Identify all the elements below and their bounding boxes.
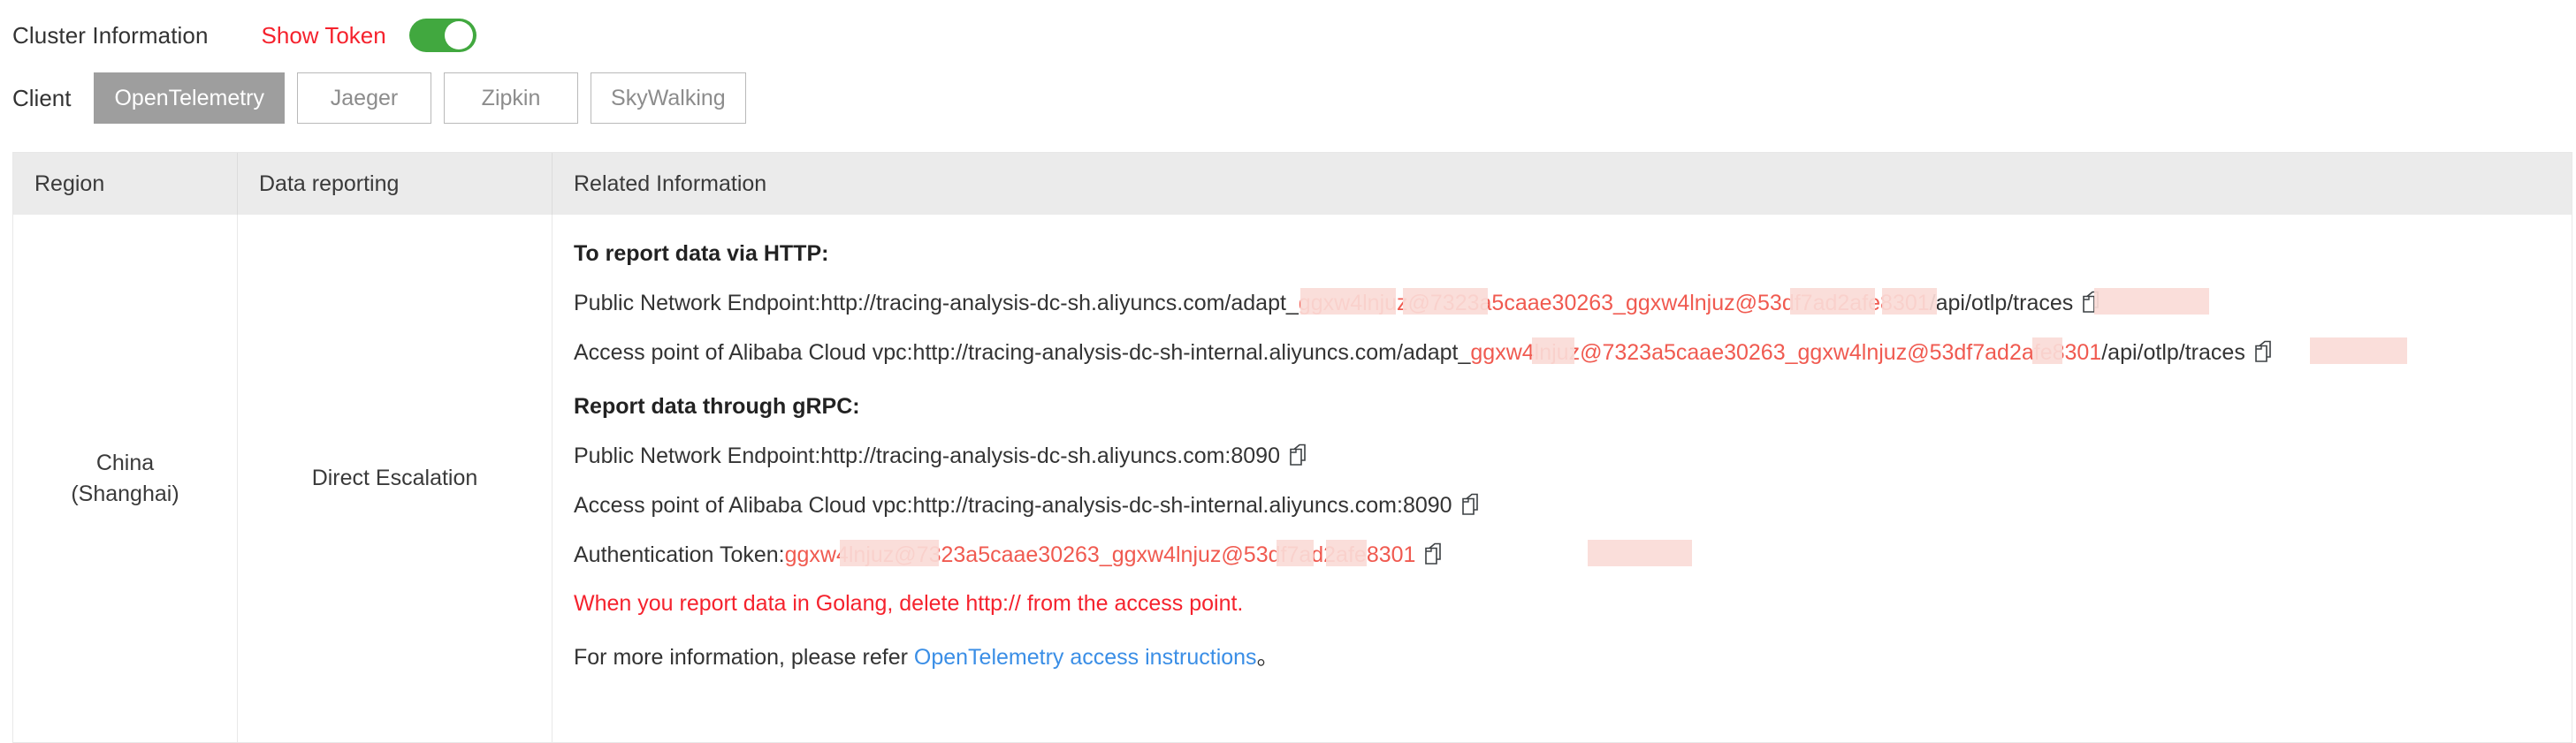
authentication-token-label: Authentication Token: xyxy=(574,542,785,567)
more-information-suffix: 。 xyxy=(1256,645,1279,670)
grpc-public-endpoint-text: Public Network Endpoint:http://tracing-a… xyxy=(574,444,1280,468)
more-information-prefix: For more information, please refer xyxy=(574,645,914,670)
copy-icon[interactable] xyxy=(2254,340,2274,363)
table-row: China (Shanghai) Direct Escalation To re… xyxy=(13,215,2572,743)
cluster-information-header: Cluster Information Show Token xyxy=(12,16,476,55)
grpc-public-endpoint-line: Public Network Endpoint:http://tracing-a… xyxy=(574,443,2550,469)
opentelemetry-access-instructions-link[interactable]: OpenTelemetry access instructions xyxy=(914,645,1257,670)
grpc-vpc-endpoint-text: Access point of Alibaba Cloud vpc:http:/… xyxy=(574,493,1452,518)
column-header-region: Region xyxy=(13,153,238,215)
copy-icon[interactable] xyxy=(1289,444,1308,466)
http-section-title: To report data via HTTP: xyxy=(574,241,829,266)
client-label: Client xyxy=(12,84,72,111)
copy-icon[interactable] xyxy=(1424,542,1444,565)
show-token-toggle[interactable] xyxy=(408,19,476,52)
http-vpc-endpoint-prefix: Access point of Alibaba Cloud vpc:http:/… xyxy=(574,340,1471,365)
client-option-skywalking[interactable]: SkyWalking xyxy=(591,72,746,124)
http-public-endpoint-suffix: /api/otlp/traces xyxy=(1929,291,2074,315)
http-public-endpoint-token: ggxw4lnjuz@7323a5caae30263_ggxw4lnjuz@53… xyxy=(1299,288,2209,316)
table-header-row: Region Data reporting Related Informatio… xyxy=(13,153,2572,215)
page-title: Cluster Information xyxy=(12,21,209,49)
client-selector: Client OpenTelemetry Jaeger Zipkin SkyWa… xyxy=(12,71,758,125)
column-header-related-information: Related Information xyxy=(574,171,767,196)
client-option-zipkin[interactable]: Zipkin xyxy=(444,72,579,124)
cluster-endpoints-table: Region Data reporting Related Informatio… xyxy=(12,152,2572,743)
region-line-1: China xyxy=(95,451,155,475)
http-vpc-endpoint-token: ggxw4lnjuz@7323a5caae30263_ggxw4lnjuz@53… xyxy=(1470,337,2408,366)
region-line-2: (Shanghai) xyxy=(71,481,179,506)
golang-warning-text: When you report data in Golang, delete h… xyxy=(574,591,1244,616)
grpc-vpc-endpoint-line: Access point of Alibaba Cloud vpc:http:/… xyxy=(574,492,2550,519)
client-option-jaeger[interactable]: Jaeger xyxy=(297,72,432,124)
client-option-opentelemetry[interactable]: OpenTelemetry xyxy=(94,72,286,124)
http-vpc-endpoint-suffix: /api/otlp/traces xyxy=(2101,340,2245,365)
show-token-label[interactable]: Show Token xyxy=(262,22,386,49)
http-public-endpoint-line: Public Network Endpoint:http://tracing-a… xyxy=(574,288,2550,316)
copy-icon[interactable] xyxy=(1461,493,1481,516)
copy-icon[interactable] xyxy=(2082,291,2101,314)
authentication-token-value: ggxw4lnjuz@7323a5caae30263_ggxw4lnjuz@53… xyxy=(785,540,1692,568)
cluster-information-page: Cluster Information Show Token Client Op… xyxy=(0,0,2576,743)
authentication-token-line: Authentication Token:ggxw4lnjuz@7323a5ca… xyxy=(574,540,2550,568)
http-public-endpoint-prefix: Public Network Endpoint:http://tracing-a… xyxy=(574,291,1299,315)
cell-region: China (Shanghai) xyxy=(13,215,238,743)
cell-related-information: To report data via HTTP: Public Network … xyxy=(553,215,2572,743)
column-header-data-reporting: Data reporting xyxy=(238,153,553,215)
more-information-line: For more information, please refer OpenT… xyxy=(574,640,2550,671)
grpc-section-title: Report data through gRPC: xyxy=(574,394,860,419)
toggle-knob xyxy=(444,21,473,49)
cell-data-reporting: Direct Escalation xyxy=(238,215,553,743)
http-vpc-endpoint-line: Access point of Alibaba Cloud vpc:http:/… xyxy=(574,337,2550,366)
